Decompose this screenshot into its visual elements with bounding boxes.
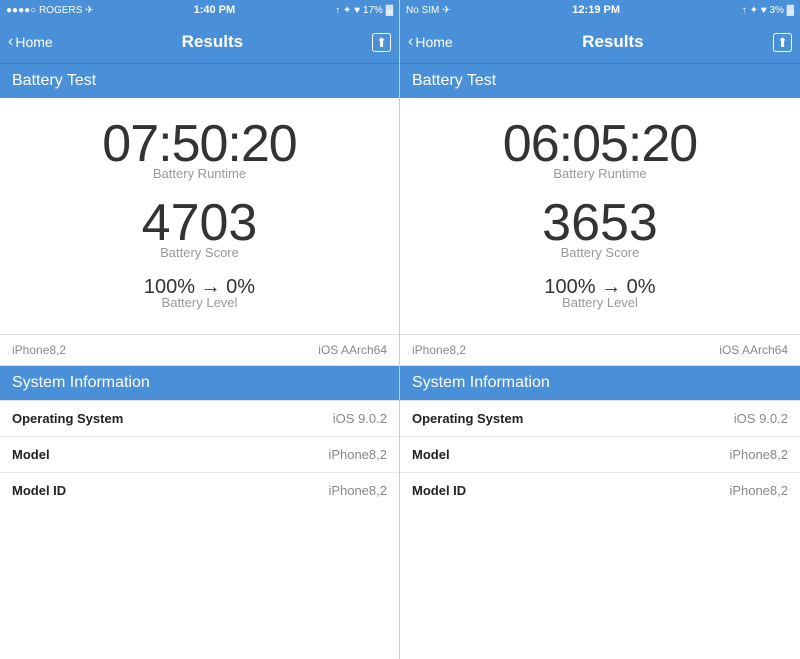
nav-title: Results xyxy=(182,32,243,52)
battery-score-row: 4703Battery Score xyxy=(142,197,258,268)
sys-info-key: Model xyxy=(12,447,50,462)
device-model: iPhone8,2 xyxy=(12,343,66,357)
device-model: iPhone8,2 xyxy=(412,343,466,357)
table-row: Model ID iPhone8,2 xyxy=(400,473,800,508)
sys-info-key: Model xyxy=(412,447,450,462)
chevron-left-icon: ‹ xyxy=(408,33,413,51)
status-right: ↑ ✦ ♥ 3% ▓ xyxy=(742,5,794,16)
back-label: Home xyxy=(15,34,52,50)
panel-right: No SIM ✈ 12:19 PM ↑ ✦ ♥ 3% ▓ ‹Home Results ⬆ B… xyxy=(400,0,800,659)
status-left: ●●●●○ ROGERS ✈ xyxy=(6,5,93,16)
battery-stats: 06:05:20Battery Runtime 3653Battery Score… xyxy=(400,98,800,334)
table-row: Model iPhone8,2 xyxy=(0,437,399,473)
nav-bar: ‹Home Results ⬆ xyxy=(0,20,399,64)
sys-info-value: iPhone8,2 xyxy=(729,447,788,462)
device-arch: iOS AArch64 xyxy=(719,343,788,357)
sys-info-value: iPhone8,2 xyxy=(328,483,387,498)
battery-test-header: Battery Test xyxy=(400,64,800,98)
sys-info-key: Operating System xyxy=(412,411,523,426)
sys-info-value: iPhone8,2 xyxy=(328,447,387,462)
battery-test-header: Battery Test xyxy=(0,64,399,98)
sys-info-key: Model ID xyxy=(12,483,66,498)
share-icon: ⬆ xyxy=(372,33,391,52)
status-time: 1:40 PM xyxy=(194,4,236,16)
sys-info-key: Operating System xyxy=(12,411,123,426)
sys-info-key: Model ID xyxy=(412,483,466,498)
share-icon: ⬆ xyxy=(773,33,792,52)
device-info-row: iPhone8,2 iOS AArch64 xyxy=(0,334,399,366)
share-button[interactable]: ⬆ xyxy=(773,31,792,52)
back-button[interactable]: ‹Home xyxy=(408,33,453,51)
battery-runtime-value: 06:05:20 xyxy=(503,118,697,170)
device-arch: iOS AArch64 xyxy=(318,343,387,357)
system-info-header: System Information xyxy=(400,366,800,400)
battery-runtime-value: 07:50:20 xyxy=(102,118,296,170)
sys-info-value: iOS 9.0.2 xyxy=(333,411,387,426)
status-bar: No SIM ✈ 12:19 PM ↑ ✦ ♥ 3% ▓ xyxy=(400,0,800,20)
battery-score-row: 3653Battery Score xyxy=(542,197,658,268)
device-info-row: iPhone8,2 iOS AArch64 xyxy=(400,334,800,366)
system-info-table: Operating SystemiOS 9.0.2ModeliPhone8,2M… xyxy=(400,400,800,508)
battery-score-value: 3653 xyxy=(542,197,658,249)
status-right: ↑ ✦ ♥ 17% ▓ xyxy=(335,5,393,16)
nav-title: Results xyxy=(582,32,643,52)
sys-info-value: iPhone8,2 xyxy=(729,483,788,498)
battery-runtime-row: 07:50:20Battery Runtime xyxy=(102,118,296,189)
status-time: 12:19 PM xyxy=(572,4,620,16)
table-row: Model ID iPhone8,2 xyxy=(0,473,399,508)
status-bar: ●●●●○ ROGERS ✈ 1:40 PM ↑ ✦ ♥ 17% ▓ xyxy=(0,0,399,20)
battery-level-row: 100% → 0%Battery Level xyxy=(144,276,255,318)
system-info-table: Operating SystemiOS 9.0.2ModeliPhone8,2M… xyxy=(0,400,399,508)
panel-left: ●●●●○ ROGERS ✈ 1:40 PM ↑ ✦ ♥ 17% ▓ ‹Home Res… xyxy=(0,0,400,659)
table-row: Operating System iOS 9.0.2 xyxy=(400,401,800,437)
chevron-left-icon: ‹ xyxy=(8,33,13,51)
nav-bar: ‹Home Results ⬆ xyxy=(400,20,800,64)
system-info-section: System Information Operating System iOS 9.… xyxy=(0,366,399,508)
table-row: Operating System iOS 9.0.2 xyxy=(0,401,399,437)
back-button[interactable]: ‹Home xyxy=(8,33,53,51)
system-info-header: System Information xyxy=(0,366,399,400)
battery-runtime-row: 06:05:20Battery Runtime xyxy=(503,118,697,189)
battery-score-value: 4703 xyxy=(142,197,258,249)
battery-level-row: 100% → 0%Battery Level xyxy=(544,276,655,318)
battery-stats: 07:50:20Battery Runtime 4703Battery Score… xyxy=(0,98,399,334)
back-label: Home xyxy=(415,34,452,50)
system-info-section: System Information Operating System iOS 9.… xyxy=(400,366,800,508)
share-button[interactable]: ⬆ xyxy=(372,31,391,52)
status-left: No SIM ✈ xyxy=(406,5,451,16)
sys-info-value: iOS 9.0.2 xyxy=(734,411,788,426)
table-row: Model iPhone8,2 xyxy=(400,437,800,473)
